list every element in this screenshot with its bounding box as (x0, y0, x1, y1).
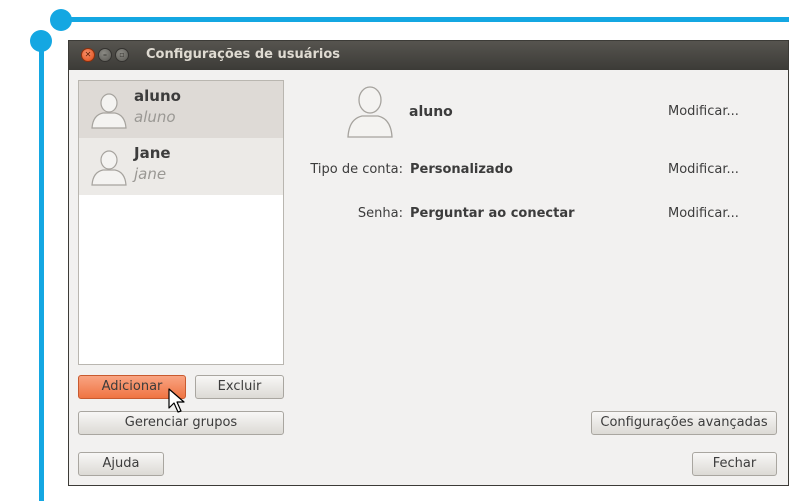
password-value: Perguntar ao conectar (410, 206, 575, 221)
user-avatar-icon (91, 93, 127, 129)
user-settings-window: ✕ – ▫ Configurações de usuários aluno al… (68, 40, 789, 486)
minimize-window-icon[interactable]: – (98, 48, 112, 62)
guide-line-vertical (39, 40, 44, 501)
user-name: aluno (134, 87, 181, 105)
user-list-item[interactable]: aluno aluno (79, 81, 283, 138)
user-login: aluno (134, 108, 176, 126)
mouse-pointer-icon (168, 388, 185, 413)
delete-user-button[interactable]: Excluir (195, 375, 284, 399)
close-window-icon[interactable]: ✕ (81, 48, 95, 62)
guide-line-horizontal (60, 17, 789, 22)
account-type-label: Tipo de conta: (310, 162, 403, 177)
modify-account-type-link[interactable]: Modificar... (668, 162, 739, 177)
user-list[interactable]: aluno aluno Jane jane (78, 80, 284, 365)
guide-dot (30, 30, 52, 52)
maximize-window-icon[interactable]: ▫ (115, 48, 129, 62)
title-bar: ✕ – ▫ Configurações de usuários (69, 41, 788, 70)
advanced-settings-button[interactable]: Configurações avançadas (591, 411, 777, 435)
password-label: Senha: (357, 206, 403, 221)
user-login: jane (134, 165, 167, 183)
close-button[interactable]: Fechar (692, 452, 777, 476)
selected-user-name: aluno (409, 104, 453, 120)
window-title: Configurações de usuários (146, 47, 341, 62)
user-name: Jane (134, 144, 171, 162)
account-type-value: Personalizado (410, 162, 513, 177)
guide-dot (50, 9, 72, 31)
selected-user-avatar-icon (347, 86, 393, 138)
modify-password-link[interactable]: Modificar... (668, 206, 739, 221)
manage-groups-button[interactable]: Gerenciar grupos (78, 411, 284, 435)
user-avatar-icon (91, 150, 127, 186)
help-button[interactable]: Ajuda (78, 452, 164, 476)
modify-name-link[interactable]: Modificar... (668, 104, 739, 119)
